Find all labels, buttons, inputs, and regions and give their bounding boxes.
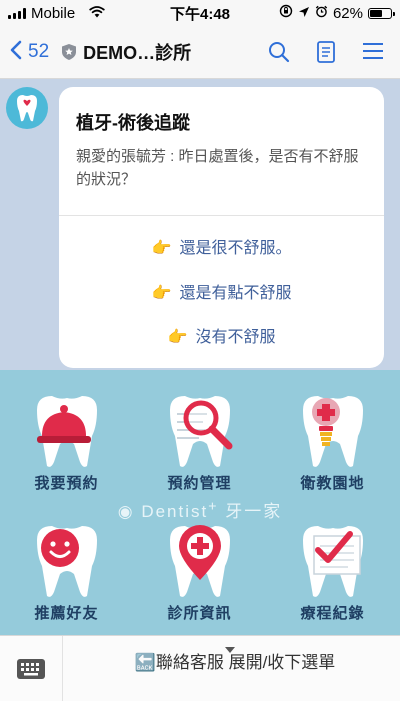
message-title: 植牙-術後追蹤 xyxy=(76,113,190,133)
signal-icon xyxy=(8,7,26,19)
keyboard-button[interactable] xyxy=(0,636,63,701)
tile-clinic-info[interactable]: 診所資訊 xyxy=(133,522,266,623)
tile-refer-friend[interactable]: 推薦好友 xyxy=(0,522,133,623)
pointing-hand-icon: 👉 xyxy=(151,240,172,257)
bottom-bar: 🔙聯絡客服 展開/收下選單 xyxy=(0,635,400,701)
carrier-label: Mobile xyxy=(31,4,76,22)
checklist-icon xyxy=(302,526,363,597)
search-icon[interactable] xyxy=(268,41,290,63)
menu-icon[interactable] xyxy=(362,41,384,63)
battery-percent: 62% xyxy=(332,4,363,22)
tile-label: 衛教園地 xyxy=(300,475,365,492)
rotation-lock-icon xyxy=(279,4,293,22)
wifi-icon xyxy=(89,5,105,22)
option-label: 還是很不舒服。 xyxy=(179,240,292,257)
option-very-uncomfortable[interactable]: 👉 還是很不舒服。 xyxy=(59,234,384,258)
service-bell-icon xyxy=(36,396,97,467)
nav-actions xyxy=(268,41,384,63)
brand-watermark: ◉ Dentist+ 牙一家 xyxy=(0,497,400,522)
unread-count: 52 xyxy=(28,41,50,62)
location-cross-icon xyxy=(169,525,230,597)
avatar[interactable] xyxy=(6,87,48,129)
option-label: 還是有點不舒服 xyxy=(179,285,292,302)
magnifier-icon xyxy=(169,396,232,467)
chat-area: 植牙-術後追蹤 親愛的張毓芳 : 昨日處置後，是否有不舒服的狀況？ 👉 還是很不舒… xyxy=(0,79,400,370)
message-bubble: 植牙-術後追蹤 親愛的張毓芳 : 昨日處置後，是否有不舒服的狀況？ 👉 還是很不舒… xyxy=(59,87,384,368)
chevron-left-icon xyxy=(10,40,22,65)
alarm-icon xyxy=(315,5,328,22)
chat-title: DEMO…診所 xyxy=(83,43,192,63)
shield-icon xyxy=(61,43,77,61)
keyboard-icon xyxy=(17,658,45,679)
brand-logo-icon: ◉ xyxy=(117,502,135,521)
message-body: 親愛的張毓芳 : 昨日處置後，是否有不舒服的狀況？ xyxy=(76,148,359,188)
tile-label: 診所資訊 xyxy=(167,605,232,622)
divider xyxy=(59,215,384,216)
tile-label: 推薦好友 xyxy=(34,605,99,622)
pointing-hand-icon: 👉 xyxy=(151,285,172,302)
tooth-logo-icon xyxy=(17,95,37,122)
brand-latin: Dentist xyxy=(141,502,209,521)
tile-label: 預約管理 xyxy=(167,475,232,492)
back-button[interactable]: 52 xyxy=(10,40,49,65)
status-left: Mobile xyxy=(8,5,105,22)
tile-book-appointment[interactable]: 我要預約 xyxy=(0,392,133,493)
tile-treatment-record[interactable]: 療程紀錄 xyxy=(266,522,399,623)
tile-health-education[interactable]: 衛教園地 xyxy=(266,392,399,493)
nav-bar: 52 DEMO…診所 xyxy=(0,26,400,79)
option-label: 沒有不舒服 xyxy=(195,329,276,346)
notes-icon[interactable] xyxy=(316,41,336,63)
menu-toggle-button[interactable]: 🔙聯絡客服 展開/收下選單 xyxy=(70,648,400,673)
brand-cjk: 牙一家 xyxy=(225,502,283,521)
tile-manage-appointment[interactable]: 預約管理 xyxy=(133,392,266,493)
implant-icon xyxy=(302,396,363,467)
battery-icon xyxy=(368,7,395,19)
rich-menu: 我要預約 預約管理 衛教園地 ◉ Dentist+ 牙一家 推薦好友 診所資訊 … xyxy=(0,370,400,635)
option-slightly-uncomfortable[interactable]: 👉 還是有點不舒服 xyxy=(59,279,384,303)
battery-fill xyxy=(370,9,383,17)
tile-label: 我要預約 xyxy=(34,475,99,492)
option-not-uncomfortable[interactable]: 👉 沒有不舒服 xyxy=(59,323,384,347)
status-right: 62% xyxy=(279,4,395,22)
pointing-hand-icon: 👉 xyxy=(167,329,188,346)
tile-label: 療程紀錄 xyxy=(300,605,365,622)
status-bar: Mobile 下午4:48 62% xyxy=(0,0,400,26)
smiley-icon xyxy=(36,526,97,597)
location-arrow-icon xyxy=(298,5,310,22)
brand-plus: + xyxy=(208,498,219,515)
